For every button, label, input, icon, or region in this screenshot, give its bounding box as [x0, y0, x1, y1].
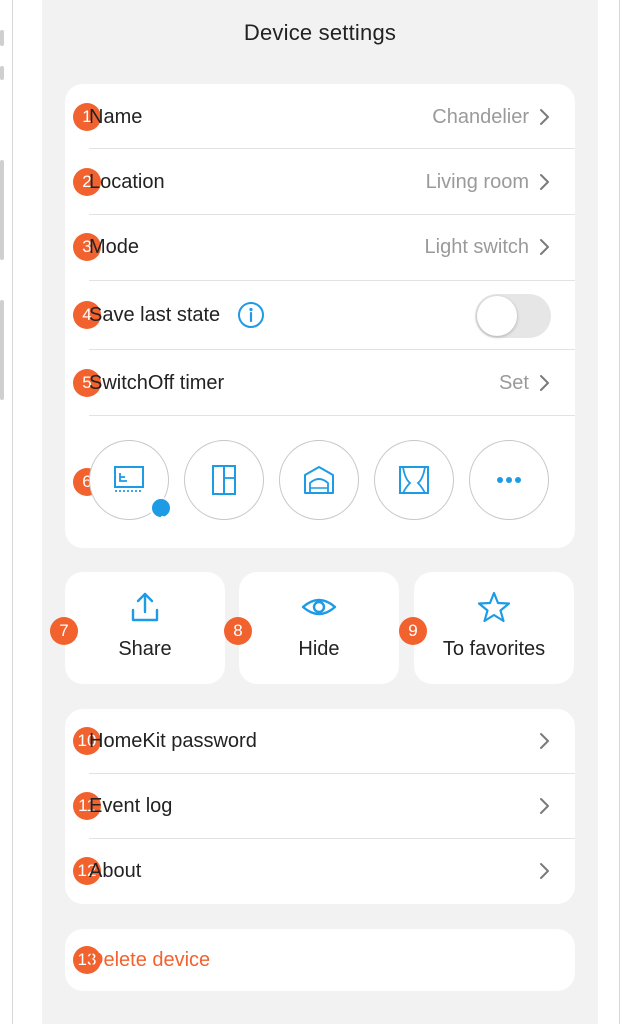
frame-edge [12, 0, 13, 1024]
chevron-right-icon [540, 733, 549, 749]
star-icon-wrap [414, 590, 574, 624]
delete-device-button[interactable]: 13 Delete device [65, 929, 575, 991]
hide-button[interactable]: Hide [239, 572, 399, 684]
event-log-row[interactable]: 11 Event log [65, 774, 575, 838]
device-type-row: 6 [65, 420, 575, 548]
device-type-door[interactable] [184, 440, 264, 520]
door-icon [212, 465, 236, 495]
frame-left [0, 0, 42, 1024]
divider [89, 415, 575, 416]
page-title: Device settings [243, 20, 397, 45]
volume-down-button [0, 160, 4, 260]
event-log-label: Event log [89, 795, 173, 817]
chevron-right-icon [540, 798, 549, 814]
to-favorites-label: To favorites [442, 638, 546, 660]
info-icon[interactable] [237, 301, 265, 329]
mode-row[interactable]: 3 Mode Light switch [65, 215, 575, 279]
device-type-more[interactable] [469, 440, 549, 520]
mode-value: Light switch [424, 236, 530, 258]
delete-device-label: Delete device [89, 949, 211, 971]
about-label: About [89, 860, 142, 882]
location-label: Location [89, 171, 165, 193]
selected-check-icon [150, 497, 182, 527]
step-badge: 8 [224, 617, 252, 645]
silent-switch [0, 30, 4, 46]
share-icon-wrap [65, 590, 225, 624]
volume-up-button [0, 66, 4, 80]
save-last-state-label: Save last state [89, 304, 221, 326]
name-value: Chandelier [432, 106, 529, 128]
save-last-state-toggle[interactable] [475, 294, 551, 338]
light-panel-icon [114, 466, 144, 492]
switchoff-timer-label: SwitchOff timer [89, 372, 225, 394]
curtains-icon [399, 466, 429, 494]
divider [89, 148, 575, 149]
mode-label: Mode [89, 236, 140, 258]
switchoff-timer-row[interactable]: 5 SwitchOff timer Set [65, 351, 575, 415]
eye-icon-wrap [239, 590, 399, 624]
name-label: Name [89, 106, 143, 128]
step-badge: 9 [399, 617, 427, 645]
save-last-state-row: 4 Save last state [65, 282, 575, 348]
chevron-right-icon [540, 863, 549, 879]
switchoff-timer-value: Set [498, 372, 529, 394]
device-type-garage[interactable] [279, 440, 359, 520]
name-row[interactable]: 1 Name Chandelier [65, 85, 575, 149]
settings-card: 1 Name Chandelier 2 Location Living room… [65, 84, 575, 548]
side-button [0, 300, 4, 400]
frame-right [598, 0, 632, 1024]
chevron-right-icon [540, 239, 549, 255]
step-badge: 7 [50, 617, 78, 645]
location-value: Living room [425, 171, 529, 193]
location-row[interactable]: 2 Location Living room [65, 150, 575, 214]
chevron-right-icon [540, 174, 549, 190]
device-type-light-panel[interactable] [89, 440, 182, 527]
more-card: 10 HomeKit password 11 Event log 12 Abou… [65, 709, 575, 904]
more-dots-icon [497, 477, 521, 483]
homekit-password-row[interactable]: 10 HomeKit password [65, 709, 575, 773]
chevron-right-icon [540, 109, 549, 125]
toggle-knob [477, 296, 517, 336]
divider [89, 280, 575, 281]
homekit-password-label: HomeKit password [89, 730, 257, 752]
to-favorites-button[interactable]: To favorites [414, 572, 574, 684]
chevron-right-icon [540, 375, 549, 391]
device-type-curtains[interactable] [374, 440, 454, 520]
divider [89, 349, 575, 350]
star-icon [477, 591, 511, 623]
hide-label: Hide [298, 638, 340, 660]
share-label: Share [118, 638, 172, 660]
frame-edge [619, 0, 620, 1024]
about-row[interactable]: 12 About [65, 839, 575, 903]
eye-icon [301, 598, 337, 616]
share-button[interactable]: Share [65, 572, 225, 684]
device-settings-screen: Device settings 1 Name Chandelier 2 Loca… [42, 0, 598, 1024]
share-icon [131, 592, 159, 622]
garage-icon [304, 466, 334, 494]
